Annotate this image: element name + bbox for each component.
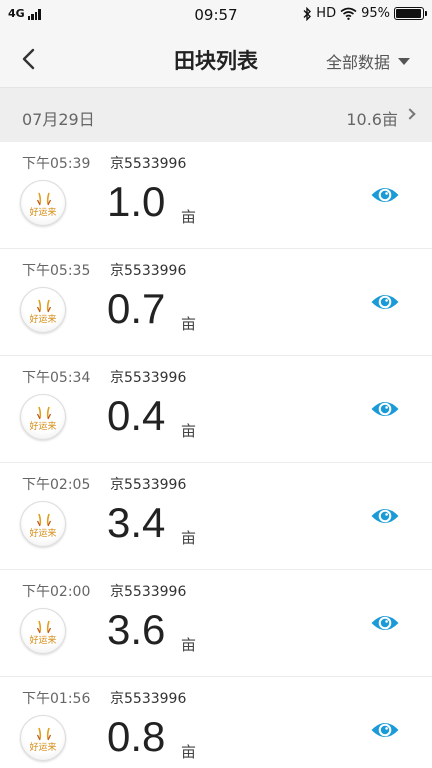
field-area-value: 1.0 [107, 178, 166, 225]
field-area-unit: 亩 [181, 636, 197, 654]
data-filter-dropdown[interactable]: 全部数据 [326, 49, 410, 73]
logo-icon [36, 513, 52, 527]
battery-icon [394, 7, 427, 20]
bluetooth-icon [303, 6, 312, 21]
wifi-icon [340, 7, 357, 20]
field-time: 下午01:56 [22, 691, 91, 707]
logo-icon [36, 406, 52, 420]
field-area-unit: 亩 [181, 208, 197, 226]
avatar: 好运来 [20, 501, 66, 547]
group-date: 07月29日 [22, 110, 95, 129]
field-area-value: 3.4 [107, 499, 166, 546]
field-area-value: 0.4 [107, 392, 166, 439]
logo-text: 好运来 [29, 743, 57, 753]
field-list-item[interactable]: 下午02:05 京5533996 好运来 3.4 亩 [0, 463, 432, 570]
avatar: 好运来 [20, 394, 66, 440]
eye-icon[interactable] [370, 184, 400, 206]
logo-icon [36, 299, 52, 313]
eye-icon[interactable] [370, 719, 400, 741]
eye-icon[interactable] [370, 505, 400, 527]
field-area-value: 3.6 [107, 606, 166, 653]
field-area-value: 0.7 [107, 285, 166, 332]
field-area-unit: 亩 [181, 529, 197, 547]
eye-icon[interactable] [370, 398, 400, 420]
field-area-value: 0.8 [107, 713, 166, 760]
field-area-unit: 亩 [181, 743, 197, 761]
vehicle-plate: 京5533996 [110, 691, 187, 707]
date-group-header[interactable]: 07月29日 10.6亩 [0, 88, 432, 142]
field-time: 下午05:35 [22, 263, 91, 279]
field-list-item[interactable]: 下午01:56 京5533996 好运来 0.8 亩 [0, 677, 432, 768]
logo-text: 好运来 [29, 208, 57, 218]
logo-text: 好运来 [29, 315, 57, 325]
filter-label: 全部数据 [325, 53, 390, 72]
vehicle-plate: 京5533996 [110, 477, 187, 493]
field-list-item[interactable]: 下午05:39 京5533996 好运来 1.0 亩 [0, 142, 432, 249]
field-time: 下午02:00 [22, 584, 91, 600]
avatar: 好运来 [20, 715, 66, 761]
avatar: 好运来 [20, 608, 66, 654]
eye-icon[interactable] [370, 612, 400, 634]
vehicle-plate: 京5533996 [110, 370, 187, 386]
field-list: 下午05:39 京5533996 好运来 1.0 亩 下午05:35 京5533… [0, 142, 432, 768]
field-time: 下午05:34 [22, 370, 91, 386]
nav-bar: 田块列表 全部数据 [0, 30, 432, 88]
field-time: 下午05:39 [22, 156, 91, 172]
eye-icon[interactable] [370, 291, 400, 313]
logo-icon [36, 727, 52, 741]
avatar: 好运来 [20, 180, 66, 226]
status-right: HD 95% [303, 6, 427, 21]
group-total-area: 10.6亩 [346, 110, 398, 129]
field-time: 下午02:05 [22, 477, 91, 493]
field-area-unit: 亩 [181, 422, 197, 440]
field-area-unit: 亩 [181, 315, 197, 333]
logo-text: 好运来 [29, 529, 57, 539]
chevron-right-icon [404, 108, 416, 120]
field-list-item[interactable]: 下午05:35 京5533996 好运来 0.7 亩 [0, 249, 432, 356]
logo-text: 好运来 [29, 422, 57, 432]
logo-text: 好运来 [29, 636, 57, 646]
field-list-item[interactable]: 下午05:34 京5533996 好运来 0.4 亩 [0, 356, 432, 463]
caret-down-icon [398, 57, 410, 65]
vehicle-plate: 京5533996 [110, 263, 187, 279]
avatar: 好运来 [20, 287, 66, 333]
field-list-item[interactable]: 下午02:00 京5533996 好运来 3.6 亩 [0, 570, 432, 677]
logo-icon [36, 192, 52, 206]
logo-icon [36, 620, 52, 634]
hd-label: HD [316, 6, 337, 21]
vehicle-plate: 京5533996 [110, 584, 187, 600]
vehicle-plate: 京5533996 [110, 156, 187, 172]
battery-percent: 95% [361, 6, 390, 21]
status-bar: 4G 09:57 HD 95% [0, 0, 432, 30]
